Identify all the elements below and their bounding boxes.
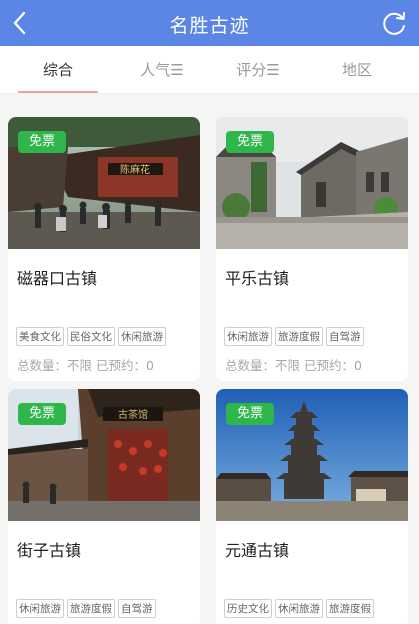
tag: 美食文化	[16, 327, 64, 346]
tag-list: 休闲旅游 旅游度假 自驾游	[224, 327, 364, 346]
tag: 休闲旅游	[16, 599, 64, 618]
tab-popularity[interactable]: 人气☰	[110, 46, 214, 94]
tag: 自驾游	[326, 327, 364, 346]
active-tab-indicator	[18, 91, 98, 93]
filter-tabs: 综合 人气☰ 评分☰ 地区	[0, 46, 419, 94]
tag: 休闲旅游	[275, 599, 323, 618]
free-ticket-badge: 免票	[18, 403, 66, 425]
tag: 休闲旅游	[118, 327, 166, 346]
nav-bar: 名胜古迹	[0, 0, 419, 46]
tag: 旅游度假	[275, 327, 323, 346]
scenic-card[interactable]: 免票 元通古镇 历史文化 休闲旅游 旅游度假	[216, 389, 408, 624]
refresh-icon[interactable]	[381, 9, 409, 37]
tag: 民俗文化	[67, 327, 115, 346]
page-title: 名胜古迹	[169, 15, 250, 37]
tab-overall[interactable]: 综合	[6, 46, 110, 94]
shop-sign: 古茶馆	[118, 408, 148, 421]
shop-sign: 陈麻花	[120, 163, 150, 176]
booking-stats: 总数量：不限 已预约：0	[17, 358, 154, 373]
tab-rating[interactable]: 评分☰	[206, 46, 310, 94]
scenic-title: 街子古镇	[17, 541, 82, 560]
free-ticket-badge: 免票	[226, 131, 274, 153]
scenic-card[interactable]: 古茶馆 免票 街子古镇 休闲旅游 旅游度假 自驾游	[8, 389, 200, 624]
tab-region[interactable]: 地区	[305, 46, 409, 94]
scenic-card[interactable]: 免票 平乐古镇 休闲旅游 旅游度假 自驾游 总数量：不限 已预约：0	[216, 117, 408, 381]
tag-list: 美食文化 民俗文化 休闲旅游	[16, 327, 166, 346]
tag-list: 历史文化 休闲旅游 旅游度假	[224, 599, 374, 618]
scenic-title: 元通古镇	[225, 541, 290, 560]
tag: 自驾游	[118, 599, 156, 618]
scenic-card[interactable]: 陈麻花 免票 磁器口古镇 美食文化 民俗文化 休闲旅游 总数量：不限 已预约：0	[8, 117, 200, 381]
free-ticket-badge: 免票	[226, 403, 274, 425]
scenic-title: 磁器口古镇	[17, 269, 98, 288]
scenic-title: 平乐古镇	[225, 269, 290, 288]
booking-stats: 总数量：不限 已预约：0	[225, 358, 362, 373]
free-ticket-badge: 免票	[18, 131, 66, 153]
tag-list: 休闲旅游 旅游度假 自驾游	[16, 599, 156, 618]
tag: 休闲旅游	[224, 327, 272, 346]
tag: 旅游度假	[326, 599, 374, 618]
tag: 历史文化	[224, 599, 272, 618]
tag: 旅游度假	[67, 599, 115, 618]
